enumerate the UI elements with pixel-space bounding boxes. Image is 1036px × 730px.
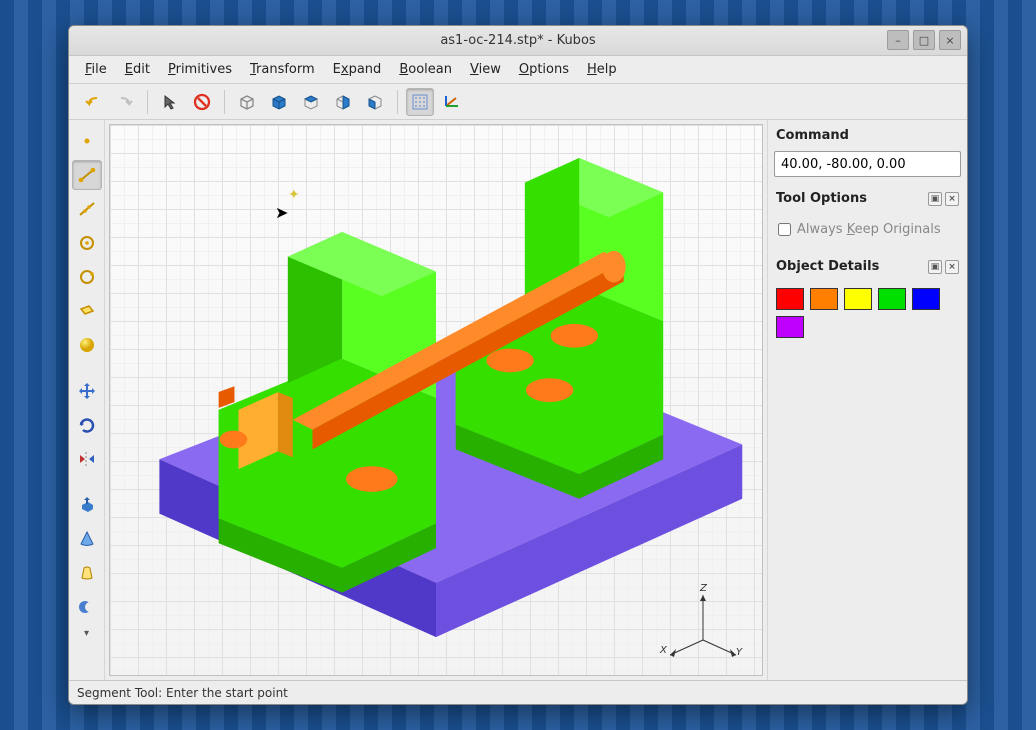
segment-tool[interactable] — [72, 160, 102, 190]
view-iso-button[interactable] — [329, 88, 357, 116]
panel-close-icon[interactable]: × — [945, 192, 959, 206]
origin-axes-button[interactable] — [438, 88, 466, 116]
menu-view[interactable]: View — [462, 59, 509, 80]
menubar: File Edit Primitives Transform Expand Bo… — [69, 56, 967, 84]
extrude-tool[interactable] — [72, 490, 102, 520]
menu-transform[interactable]: Transform — [242, 59, 323, 80]
object-details-title: Object Details ▣× — [774, 255, 961, 278]
maximize-button[interactable]: □ — [913, 30, 935, 50]
window-title: as1-oc-214.stp* - Kubos — [440, 33, 595, 48]
circle3p-tool[interactable] — [72, 262, 102, 292]
tool-options-title: Tool Options ▣× — [774, 187, 961, 210]
axis-x-label: X — [660, 645, 667, 656]
command-input[interactable] — [774, 151, 961, 177]
always-keep-checkbox[interactable] — [778, 223, 791, 236]
view-top-button[interactable] — [297, 88, 325, 116]
rotate-tool[interactable] — [72, 410, 102, 440]
axis-gizmo: Z X Y — [658, 585, 748, 665]
pointer-button[interactable] — [156, 88, 184, 116]
swatch-red[interactable] — [776, 288, 804, 310]
cursor-icon: ➤ — [275, 203, 288, 222]
grid-toggle-button[interactable] — [406, 88, 434, 116]
close-button[interactable]: × — [939, 30, 961, 50]
mirror-tool[interactable] — [72, 444, 102, 474]
menu-boolean[interactable]: Boolean — [391, 59, 460, 80]
snap-indicator-icon: ✦ — [288, 187, 300, 203]
menu-edit[interactable]: Edit — [117, 59, 158, 80]
view-side-button[interactable] — [361, 88, 389, 116]
circle-tool[interactable] — [72, 228, 102, 258]
axis-z-label: Z — [700, 583, 707, 594]
swatch-orange[interactable] — [810, 288, 838, 310]
swatch-yellow[interactable] — [844, 288, 872, 310]
redo-button[interactable] — [111, 88, 139, 116]
swatch-blue[interactable] — [912, 288, 940, 310]
boolean-sub-tool[interactable] — [72, 592, 102, 622]
app-window: as1-oc-214.stp* - Kubos – □ × File Edit … — [68, 25, 968, 705]
sphere-tool[interactable] — [72, 330, 102, 360]
menu-expand[interactable]: Expand — [325, 59, 390, 80]
menu-options[interactable]: Options — [511, 59, 577, 80]
panel-close-icon-2[interactable]: × — [945, 260, 959, 274]
statusbar: Segment Tool: Enter the start point — [69, 680, 967, 704]
rect-tool[interactable] — [72, 296, 102, 326]
panel-detach-icon-2[interactable]: ▣ — [928, 260, 942, 274]
panel-detach-icon[interactable]: ▣ — [928, 192, 942, 206]
undo-button[interactable] — [79, 88, 107, 116]
view-front-button[interactable] — [265, 88, 293, 116]
status-text: Segment Tool: Enter the start point — [77, 686, 288, 700]
menu-primitives[interactable]: Primitives — [160, 59, 240, 80]
point-tool[interactable] — [72, 126, 102, 156]
line-tool[interactable] — [72, 194, 102, 224]
toolbar-left: ▾ — [69, 120, 105, 680]
command-panel-title: Command — [774, 124, 961, 147]
move-tool[interactable] — [72, 376, 102, 406]
swatch-magenta[interactable] — [776, 316, 804, 338]
always-keep-checkbox-row[interactable]: Always Keep Originals — [774, 214, 961, 245]
swatch-green[interactable] — [878, 288, 906, 310]
more-tools-icon[interactable]: ▾ — [84, 628, 89, 639]
axis-y-label: Y — [736, 647, 742, 658]
loft-tool[interactable] — [72, 558, 102, 588]
view-wire-button[interactable] — [233, 88, 261, 116]
minimize-button[interactable]: – — [887, 30, 909, 50]
toolbar-top — [69, 84, 967, 120]
titlebar: as1-oc-214.stp* - Kubos – □ × — [69, 26, 967, 56]
menu-help[interactable]: Help — [579, 59, 625, 80]
stop-button[interactable] — [188, 88, 216, 116]
menu-file[interactable]: File — [77, 59, 115, 80]
cone-tool[interactable] — [72, 524, 102, 554]
viewport-3d[interactable]: ✦ ➤ — [109, 124, 763, 676]
color-swatches — [774, 282, 961, 344]
side-panels: Command Tool Options ▣× Always Keep Orig… — [767, 120, 967, 680]
